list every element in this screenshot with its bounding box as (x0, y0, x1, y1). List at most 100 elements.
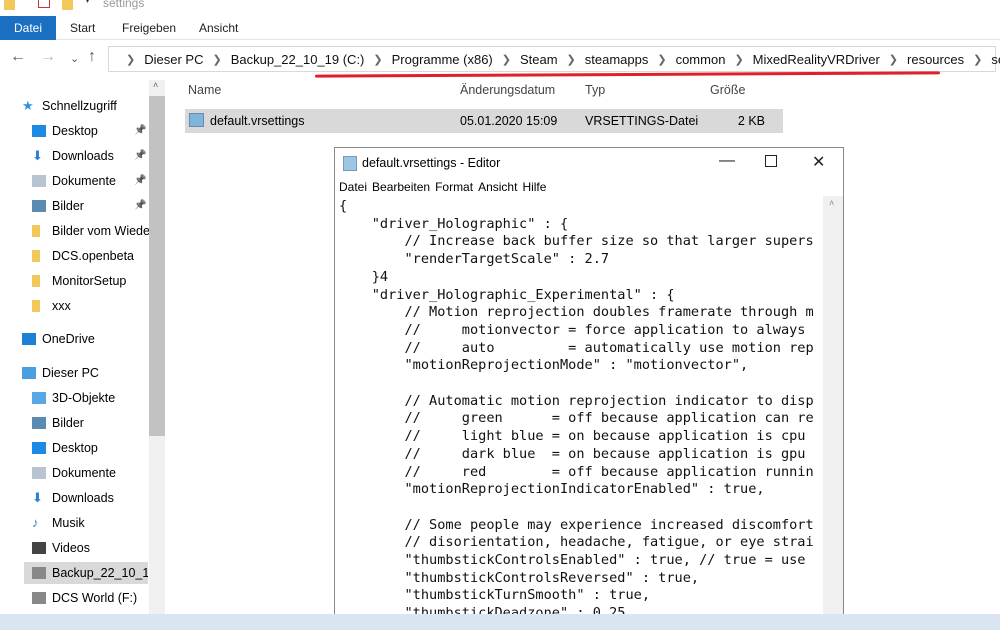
sidebar-item-label: xxx (52, 299, 71, 313)
forward-icon[interactable]: → (40, 48, 56, 66)
sidebar-item-label: 3D-Objekte (52, 391, 116, 405)
sidebar-item-label: DCS World (F:) (52, 591, 138, 605)
sidebar-item-label: MonitorSetup (52, 274, 127, 288)
close-button[interactable]: ✕ (812, 152, 825, 172)
document-icon (32, 467, 46, 479)
sidebar-scrollbar-thumb[interactable] (149, 96, 165, 436)
sidebar-item[interactable]: OneDrive (22, 328, 140, 350)
breadcrumb-drive[interactable]: Backup_22_10_19 (C:) (231, 52, 365, 67)
sidebar-item[interactable]: ⬇ Downloads (32, 487, 150, 509)
file-type: VRSETTINGS-Datei (585, 114, 699, 128)
folder-icon (32, 225, 40, 237)
sidebar-item[interactable]: Desktop (32, 437, 150, 459)
breadcrumb-resources[interactable]: resources (907, 52, 964, 67)
chevron-right-icon[interactable]: ❯ (502, 53, 511, 66)
sidebar-item-label: Videos (52, 541, 90, 555)
file-icon (189, 113, 204, 127)
tab-ansicht[interactable]: Ansicht (199, 16, 238, 40)
tab-freigeben[interactable]: Freigeben (122, 16, 176, 40)
breadcrumb-settings[interactable]: settings (991, 52, 1000, 67)
sidebar-item[interactable]: Backup_22_10_19 (24, 562, 148, 584)
menu-ansicht[interactable]: Ansicht (478, 180, 517, 194)
sidebar-item-label: Backup_22_10_19 (52, 566, 148, 580)
column-date[interactable]: Änderungsdatum (460, 83, 555, 97)
sidebar-item-label: Bilder (52, 416, 84, 430)
breadcrumb-common[interactable]: common (676, 52, 726, 67)
editor-scrollbar[interactable]: ˄ (823, 196, 843, 618)
music-icon: ♪ (32, 515, 39, 530)
sidebar-item[interactable]: Dokumente (32, 462, 150, 484)
column-name[interactable]: Name (188, 83, 221, 97)
chevron-right-icon[interactable]: ❯ (567, 53, 576, 66)
recent-locations-icon[interactable]: ⌄ (70, 52, 79, 65)
video-icon (32, 542, 46, 554)
new-folder-icon[interactable] (62, 0, 73, 10)
text-editor-area[interactable]: { "driver_Holographic" : { // Increase b… (339, 198, 823, 618)
sidebar-item[interactable]: ★ Schnellzugriff (22, 95, 140, 117)
folder-icon (4, 0, 15, 10)
sidebar-item-label: OneDrive (42, 332, 95, 346)
chevron-right-icon[interactable]: ❯ (657, 53, 666, 66)
breadcrumb-programme[interactable]: Programme (x86) (392, 52, 493, 67)
pin-icon: 📌 (134, 175, 147, 186)
tab-start[interactable]: Start (70, 16, 95, 40)
notepad-title: default.vrsettings - Editor (362, 156, 501, 170)
sidebar-item[interactable]: Bilder vom Wiede (32, 220, 150, 242)
back-icon[interactable]: ← (10, 48, 26, 66)
sidebar-item[interactable]: Dokumente (32, 170, 150, 192)
sidebar-item[interactable]: Bilder (32, 195, 150, 217)
customize-dropdown-icon[interactable]: ▾ (85, 0, 90, 6)
menu-bearbeiten[interactable]: Bearbeiten (372, 180, 430, 194)
chevron-right-icon[interactable]: ❯ (734, 53, 743, 66)
breadcrumb-dieser-pc[interactable]: Dieser PC (144, 52, 203, 67)
properties-icon[interactable] (38, 0, 50, 8)
download-icon: ⬇ (32, 148, 43, 163)
star-icon: ★ (22, 98, 34, 113)
sidebar-item[interactable]: ♪ Musik (32, 512, 150, 534)
sidebar-item[interactable]: Desktop (32, 120, 150, 142)
sidebar-item[interactable]: MonitorSetup (32, 270, 150, 292)
chevron-right-icon[interactable]: ❯ (973, 53, 982, 66)
up-icon[interactable]: ↑ (88, 48, 96, 66)
sidebar-item[interactable]: 3D-Objekte (32, 387, 150, 409)
sidebar-item[interactable]: Videos (32, 537, 150, 559)
pin-icon: 📌 (134, 150, 147, 161)
minimize-button[interactable]: — (719, 152, 735, 170)
document-icon (32, 175, 46, 187)
cloud-icon (22, 333, 36, 345)
tab-datei[interactable]: Datei (0, 16, 56, 40)
file-row[interactable]: default.vrsettings 05.01.2020 15:09 VRSE… (185, 109, 783, 133)
chevron-right-icon[interactable]: ❯ (212, 53, 221, 66)
sidebar-item-label: Musik (52, 516, 85, 530)
sidebar-item[interactable]: ⬇ Downloads (32, 145, 150, 167)
column-type[interactable]: Typ (585, 83, 605, 97)
desktop-icon (32, 442, 46, 454)
maximize-button[interactable] (765, 155, 777, 167)
breadcrumb-mixedrealityvrdriver[interactable]: MixedRealityVRDriver (753, 52, 880, 67)
breadcrumb-steam[interactable]: Steam (520, 52, 558, 67)
sidebar-item-label: Dokumente (52, 466, 116, 480)
sidebar-item[interactable]: Dieser PC (22, 362, 140, 384)
menu-hilfe[interactable]: Hilfe (522, 180, 546, 194)
sidebar-item-label: Dieser PC (42, 366, 99, 380)
menu-format[interactable]: Format (435, 180, 473, 194)
sidebar-item[interactable]: Bilder (32, 412, 150, 434)
quick-access-toolbar: ▾ settings (0, 0, 1000, 12)
sidebar-item[interactable]: xxx (32, 295, 150, 317)
address-bar[interactable]: ❯ Dieser PC ❯ Backup_22_10_19 (C:) ❯ Progra… (108, 46, 1000, 72)
chevron-right-icon[interactable]: ❯ (126, 53, 135, 66)
sidebar-item-label: Bilder vom Wiede (52, 224, 150, 238)
sidebar-item[interactable]: DCS World (F:) (32, 587, 150, 609)
sidebar-item-label: Downloads (52, 491, 114, 505)
menu-datei[interactable]: Datei (339, 180, 367, 194)
folder-icon (32, 250, 40, 262)
3d-objects-icon (32, 392, 46, 404)
breadcrumb-steamapps[interactable]: steamapps (585, 52, 649, 67)
column-size[interactable]: Größe (710, 83, 745, 97)
chevron-right-icon[interactable]: ❯ (373, 53, 382, 66)
chevron-right-icon[interactable]: ❯ (889, 53, 898, 66)
pin-icon: 📌 (134, 200, 147, 211)
sidebar-item-label: Bilder (52, 199, 84, 213)
sidebar-item[interactable]: DCS.openbeta (32, 245, 150, 267)
folder-icon (32, 275, 40, 287)
